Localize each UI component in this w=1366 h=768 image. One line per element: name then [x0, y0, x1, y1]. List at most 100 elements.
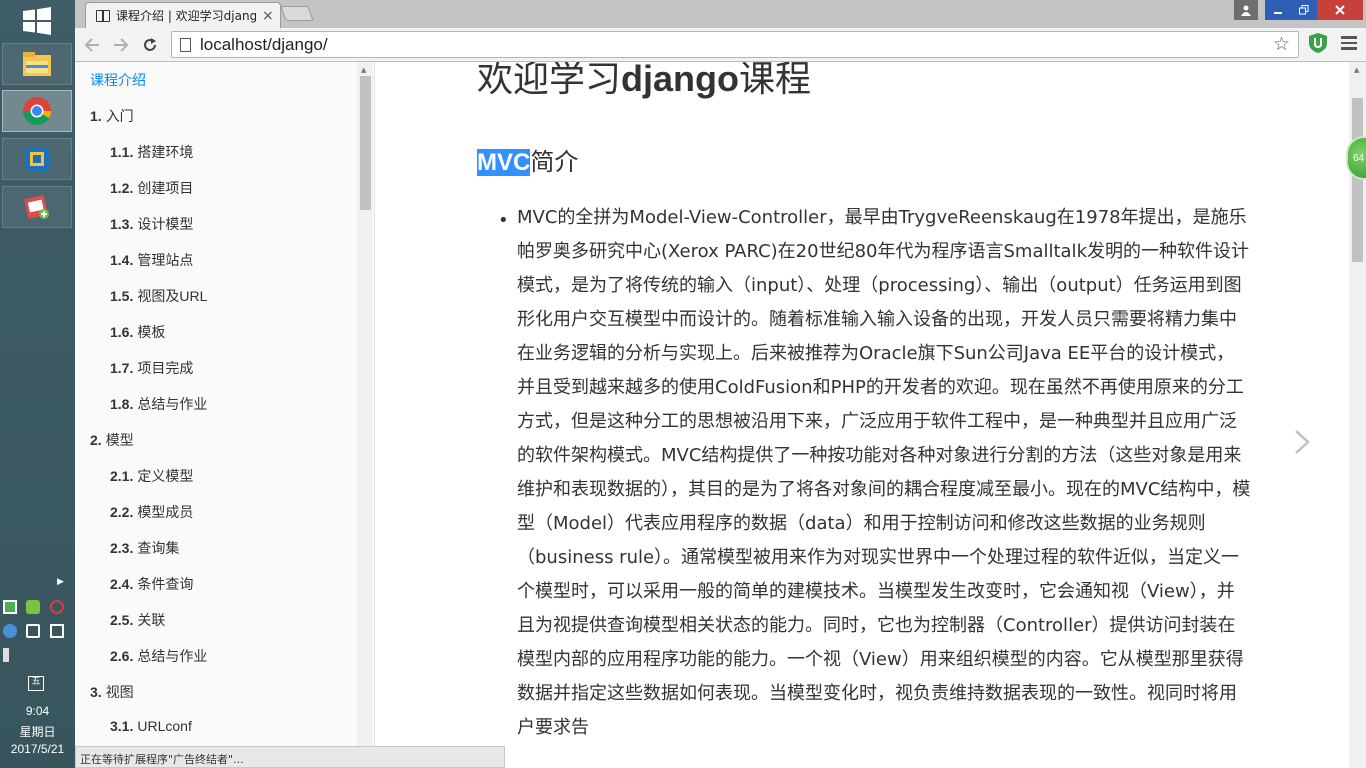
back-button[interactable]	[80, 33, 104, 57]
toc-item-label: 项目完成	[137, 360, 194, 376]
toc-item-number: 2.5.	[110, 612, 134, 628]
toc-item[interactable]: 1.4. 管理站点	[110, 250, 193, 270]
virtualbox-icon	[25, 147, 49, 171]
tab-close-icon[interactable]: ×	[262, 8, 274, 24]
tray-security-icon[interactable]	[50, 600, 64, 614]
toc-item-label: 搭建环境	[137, 144, 194, 160]
clock-date[interactable]: 2017/5/21	[0, 742, 75, 756]
toc-item-number: 3.	[90, 684, 102, 700]
mvc-paragraph: MVC的全拼为Model-View-Controller，最早由TrygveRe…	[517, 207, 1251, 738]
tray-network-icon[interactable]	[3, 600, 17, 614]
toc-item[interactable]: 2.1. 定义模型	[110, 466, 193, 486]
user-icon	[1241, 5, 1251, 16]
toc-item[interactable]: 1.3. 设计模型	[110, 214, 193, 234]
toc-item[interactable]: 3.1. URLconf	[110, 718, 192, 734]
toc-item-label: 查询集	[137, 540, 180, 556]
sidebar-scroll-up-icon[interactable]: ▲	[361, 66, 366, 74]
toc-item-number: 1.3.	[110, 216, 134, 232]
page-title: 欢迎学习django课程	[477, 62, 812, 100]
tray-volume-muted-icon[interactable]	[3, 648, 17, 662]
tray-expand-arrow[interactable]: ▶	[57, 577, 64, 587]
chrome-taskbar-button[interactable]	[2, 90, 72, 132]
page-scroll-thumb[interactable]	[1352, 98, 1363, 262]
clock-time[interactable]: 9:04	[0, 704, 75, 718]
toc-item-number: 2.1.	[110, 468, 134, 484]
notepad-taskbar-button[interactable]	[2, 186, 72, 228]
profile-button[interactable]	[1234, 0, 1258, 20]
tray-power-icon[interactable]	[26, 624, 40, 638]
clock-weekday[interactable]: 星期日	[0, 723, 75, 740]
toc-item-current[interactable]: 课程介绍	[90, 70, 146, 90]
new-tab-button[interactable]	[280, 6, 314, 21]
toc-item[interactable]: 3. 视图	[90, 682, 134, 702]
toc-item-label: 模型成员	[137, 504, 194, 520]
toc-item[interactable]: 1.8. 总结与作业	[110, 394, 207, 414]
selected-text[interactable]: MVC	[477, 149, 531, 176]
virtualbox-taskbar-button[interactable]	[2, 138, 72, 180]
toc-item-number: 2.3.	[110, 540, 134, 556]
restore-button[interactable]	[1291, 0, 1317, 20]
toc-item-number: 2.2.	[110, 504, 134, 520]
toc-item-label: 条件查询	[137, 576, 194, 592]
forward-button[interactable]	[109, 33, 133, 57]
toc-sidebar: 课程介绍 1. 入门 1.1. 搭建环境 1.2. 创建项目 1.3. 设计模型 1.4. 管理站点…	[75, 62, 375, 768]
status-bar: 正在等待扩展程序"广告终结者"...	[75, 746, 505, 768]
calendar-icon[interactable]: 五	[28, 676, 44, 691]
toc-item-label: 创建项目	[137, 180, 194, 196]
toc-item-number: 1.5.	[110, 288, 134, 304]
chrome-icon	[23, 97, 51, 125]
active-tab[interactable]: 课程介绍 | 欢迎学习django课程 ×	[85, 2, 281, 28]
book-icon	[96, 9, 110, 22]
tray-update-icon[interactable]	[26, 600, 40, 614]
toc-item-number: 1.1.	[110, 144, 134, 160]
toc-item[interactable]: 1.5. 视图及URL	[110, 286, 207, 306]
toc-item-number: 1.6.	[110, 324, 134, 340]
toc-item[interactable]: 2. 模型	[90, 430, 134, 450]
sidebar-scroll-thumb[interactable]	[360, 76, 371, 210]
address-bar[interactable]: localhost/django/ ☆	[171, 31, 1299, 58]
url-text[interactable]: localhost/django/	[200, 35, 328, 55]
toc-item-label: 总结与作业	[137, 648, 208, 664]
reload-button[interactable]	[138, 33, 162, 57]
article: 欢迎学习django课程 MVC简介 • MVC的全拼为Model-View-C…	[477, 62, 1257, 768]
toc-item-label: 视图	[105, 684, 134, 700]
tab-title: 课程介绍 | 欢迎学习django课程	[116, 9, 256, 23]
toc-item[interactable]: 2.4. 条件查询	[110, 574, 193, 594]
toc-item-number: 2.4.	[110, 576, 134, 592]
toc-item-label: 总结与作业	[137, 396, 208, 412]
page-scroll-up-icon[interactable]: ▲	[1354, 66, 1359, 74]
file-explorer-taskbar-button[interactable]	[2, 43, 72, 85]
toc-item[interactable]: 2.2. 模型成员	[110, 502, 193, 522]
tray-display-icon[interactable]	[50, 624, 64, 638]
page-content: 课程介绍 1. 入门 1.1. 搭建环境 1.2. 创建项目 1.3. 设计模型 1.4. 管理站点…	[75, 62, 1366, 768]
toc-item[interactable]: 2.3. 查询集	[110, 538, 179, 558]
toc-item[interactable]: 1.6. 模板	[110, 322, 165, 342]
windows-start-icon[interactable]	[22, 6, 52, 36]
toc-item-label: 模型	[105, 432, 134, 448]
back-icon	[84, 38, 99, 52]
toc-item-number: 2.	[90, 432, 102, 448]
windows-taskbar: ▶ 五 9:04 星期日 2017/5/21	[0, 0, 75, 768]
toc-item-number: 1.4.	[110, 252, 134, 268]
toc-item[interactable]: 1.2. 创建项目	[110, 178, 193, 198]
restore-icon	[1299, 5, 1309, 15]
close-window-button[interactable]	[1317, 0, 1363, 20]
toc-item-label: 模板	[137, 324, 166, 340]
file-explorer-icon	[23, 52, 51, 76]
toc-item-number: 1.8.	[110, 396, 134, 412]
toc-item[interactable]: 1. 入门	[90, 106, 134, 126]
star-icon[interactable]: ☆	[1273, 33, 1290, 55]
chrome-menu-icon[interactable]	[1341, 36, 1357, 53]
toc-item[interactable]: 2.6. 总结与作业	[110, 646, 207, 666]
tray-cloud-icon[interactable]	[3, 624, 17, 638]
next-page-icon[interactable]	[1293, 424, 1311, 464]
toc-item-number: 3.1.	[110, 718, 134, 734]
toc-item[interactable]: 2.5. 关联	[110, 610, 165, 630]
adblock-shield-icon[interactable]	[1309, 33, 1327, 53]
reload-icon	[144, 38, 156, 51]
minimize-button[interactable]	[1265, 0, 1291, 20]
toc-item[interactable]: 1.7. 项目完成	[110, 358, 193, 378]
close-icon	[1335, 5, 1345, 15]
toc-item[interactable]: 1.1. 搭建环境	[110, 142, 193, 162]
toc-item-label: 关联	[137, 612, 166, 628]
